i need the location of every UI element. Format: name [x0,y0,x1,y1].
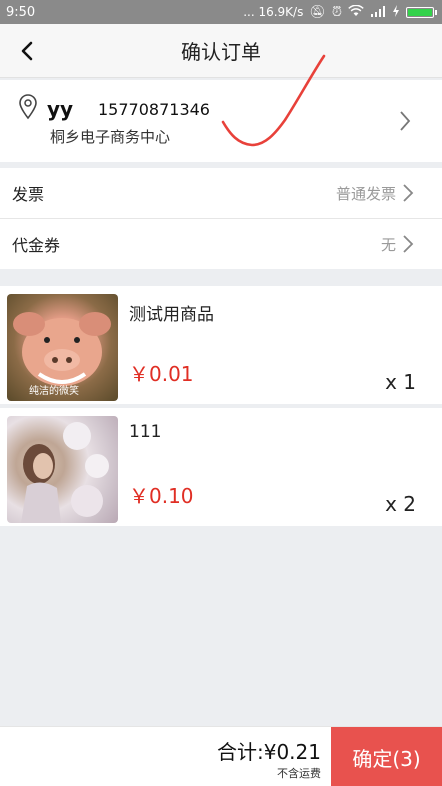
freight-note: 不含运费 [277,767,321,780]
charging-icon [392,4,400,20]
chevron-right-icon [400,111,411,131]
product-quantity: x 2 [385,492,416,516]
product-name: 111 [129,422,162,442]
product-item[interactable]: 纯洁的微笑 测试用商品 ￥0.01 x 1 [0,286,442,404]
product-price: ￥0.01 [129,362,194,386]
checkout-bar: 合计:¥0.21 不含运费 确定(3) [0,726,442,786]
confirm-button[interactable]: 确定(3) [331,727,442,786]
product-image: 纯洁的微笑 [7,294,118,401]
network-speed: ... 16.9K/s [243,5,304,19]
page-title: 确认订单 [181,40,261,64]
order-total: 合计:¥0.21 [217,740,321,764]
back-arrow-icon [21,41,33,61]
chevron-right-icon [403,235,414,253]
address-line: 桐乡电子商务中心 [50,128,171,146]
invoice-row[interactable]: 发票 普通发票 [0,168,442,218]
location-pin-icon [19,94,37,120]
recipient-phone: 15770871346 [98,100,210,119]
product-price: ￥0.10 [129,484,194,508]
product-name: 测试用商品 [129,305,214,325]
voucher-label: 代金券 [12,236,61,255]
status-bar: 9:50 ... 16.9K/s 🔕︎ ⏰︎ [0,0,442,24]
back-button[interactable] [12,36,42,66]
battery-icon [406,6,437,18]
header: 确认订单 [0,24,442,78]
address-card[interactable]: yy 15770871346 桐乡电子商务中心 [0,54,442,162]
alarm-icon: ⏰︎ [331,4,342,20]
status-time: 9:50 [6,4,36,20]
status-icons: ... 16.9K/s 🔕︎ ⏰︎ [243,4,437,20]
wifi-icon [348,4,364,20]
invoice-label: 发票 [12,185,45,204]
woman-photo [21,422,109,523]
mute-icon: 🔕︎ [309,4,326,20]
product-item[interactable]: 111 ￥0.10 x 2 [0,408,442,526]
image-caption: 纯洁的微笑 [29,386,79,397]
product-quantity: x 1 [385,370,416,394]
recipient-name: yy [47,97,74,121]
signal-icon [370,5,386,20]
voucher-row[interactable]: 代金券 无 [0,219,442,269]
invoice-value: 普通发票 [335,184,396,203]
chevron-right-icon [403,184,414,202]
voucher-value: 无 [380,235,396,254]
product-image [7,416,118,523]
